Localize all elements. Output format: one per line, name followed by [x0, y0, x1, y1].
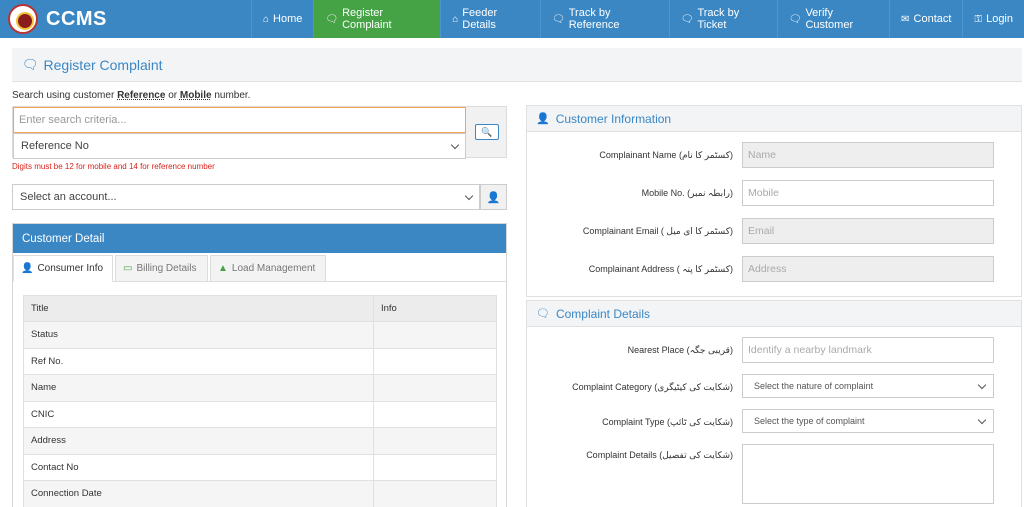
tab-billing-details[interactable]: ▭ Billing Details: [115, 255, 208, 282]
chevron-down-icon: [450, 140, 460, 150]
complaint-type-select[interactable]: Select the type of complaint: [742, 409, 994, 433]
tab-load-management[interactable]: ▲ Load Management: [210, 255, 326, 282]
mobile-label: Mobile No. (رابطہ نمبر): [641, 187, 733, 198]
credit-card-icon: ▭: [123, 263, 133, 274]
address-field[interactable]: Address: [742, 256, 994, 282]
validation-error: Digits must be 12 for mobile and 14 for …: [12, 162, 215, 171]
table-row: Ref No.: [23, 347, 497, 375]
customer-information-panel: 👤 Customer Information Complainant Name (…: [526, 105, 1022, 297]
column-header-title: Title: [23, 295, 374, 322]
nav-contact[interactable]: ✉ Contact: [889, 0, 962, 38]
customer-detail-title: Customer Detail: [13, 224, 506, 253]
complaint-category-label: Complaint Category (شکایت کی کیٹیگری): [572, 381, 733, 392]
mobile-field[interactable]: Mobile: [742, 180, 994, 206]
complainant-name-label: Complainant Name (کسٹمر کا نام): [599, 149, 733, 160]
email-row: Complainant Email ( کسٹمر کا ای میل) Ema…: [527, 218, 1021, 244]
user-icon: 👤: [486, 191, 501, 204]
comments-icon: 🗨: [325, 13, 339, 25]
nav-track-by-ticket[interactable]: 🗨 Track by Ticket: [668, 0, 777, 38]
envelope-icon: ✉: [901, 13, 910, 25]
key-icon: ⚿: [974, 13, 983, 25]
nav-home[interactable]: ⌂ Home: [251, 0, 313, 38]
comments-icon: 🗨: [536, 308, 550, 320]
account-select[interactable]: Select an account...: [12, 184, 480, 210]
table-header-row: Title Info: [23, 295, 497, 322]
nearest-place-label: Nearest Place (قریبی جگہ): [627, 344, 733, 355]
comments-icon: 🗨: [788, 13, 802, 25]
table-row: Address: [23, 427, 497, 455]
mobile-row: Mobile No. (رابطہ نمبر) Mobile: [527, 180, 1021, 206]
road-icon: ▲: [218, 263, 228, 274]
chevron-down-icon: [464, 191, 474, 201]
comments-icon: 🗨: [552, 13, 565, 25]
nav-track-by-reference[interactable]: 🗨 Track by Reference: [540, 0, 669, 38]
complaint-type-label: Complaint Type (شکایت کی ٹائپ): [602, 416, 733, 427]
brand[interactable]: CCMS: [8, 3, 107, 35]
page-heading: 🗨 Register Complaint: [12, 48, 1022, 82]
main-nav: ⌂ Home 🗨 Register Complaint ⌂ Feeder Detail…: [251, 0, 1024, 38]
table-row: Name: [23, 374, 497, 402]
home-icon: ⌂: [452, 13, 459, 25]
home-icon: ⌂: [263, 13, 270, 25]
complaint-details-label: Complaint Details (شکایت کی تفصیل): [586, 450, 733, 460]
email-field[interactable]: Email: [742, 218, 994, 244]
complainant-name-row: Complainant Name (کسٹمر کا نام) Name: [527, 142, 1021, 168]
column-header-info: Info: [373, 295, 497, 322]
address-label: Complainant Address ( کسٹمر کا پتہ): [588, 263, 733, 274]
customer-detail-tabs: 👤 Consumer Info ▭ Billing Details ▲ Load Ma…: [13, 255, 506, 282]
nav-login[interactable]: ⚿ Login: [962, 0, 1024, 38]
search-type-select[interactable]: Reference No: [13, 133, 466, 159]
brand-name: CCMS: [46, 7, 107, 30]
email-label: Complainant Email ( کسٹمر کا ای میل): [582, 225, 733, 236]
complaint-details-row: Complaint Details (شکایت کی تفصیل): [527, 444, 1021, 504]
tab-consumer-info[interactable]: 👤 Consumer Info: [13, 255, 113, 282]
account-user-button[interactable]: 👤: [480, 184, 507, 210]
top-navbar: CCMS ⌂ Home 🗨 Register Complaint ⌂ Feeder D…: [0, 0, 1024, 38]
customer-information-header: 👤 Customer Information: [527, 106, 1021, 132]
table-row: CNIC: [23, 400, 497, 428]
complaint-category-select[interactable]: Select the nature of complaint: [742, 374, 994, 398]
table-row: Status: [23, 321, 497, 349]
complainant-name-field[interactable]: Name: [742, 142, 994, 168]
search-button[interactable]: 🔍: [475, 124, 499, 140]
table-row: Contact No: [23, 453, 497, 481]
table-row: Connection Date: [23, 480, 497, 507]
consumer-info-table: Title Info Status Ref No. Name CNIC Addr…: [23, 295, 497, 507]
page-title: Register Complaint: [43, 56, 163, 73]
complaint-details-header: 🗨 Complaint Details: [527, 301, 1021, 327]
comments-icon: 🗨: [680, 13, 694, 25]
nav-feeder-details[interactable]: ⌂ Feeder Details: [440, 0, 540, 38]
address-row: Complainant Address ( کسٹمر کا پتہ) Addr…: [527, 256, 1021, 282]
nav-register-complaint[interactable]: 🗨 Register Complaint: [313, 0, 441, 38]
nearest-place-row: Nearest Place (قریبی جگہ) Identify a nea…: [527, 337, 1021, 363]
nav-verify-customer[interactable]: 🗨 Verify Customer: [776, 0, 889, 38]
user-icon: 👤: [536, 113, 550, 125]
chevron-down-icon: [977, 415, 987, 425]
user-icon: 👤: [21, 263, 34, 274]
chevron-down-icon: [977, 380, 987, 390]
complaint-details-panel: 🗨 Complaint Details Nearest Place (قریبی …: [526, 300, 1022, 507]
search-hint: Search using customer Reference or Mobil…: [12, 90, 251, 101]
search-icon: 🔍: [481, 126, 493, 137]
complaint-details-textarea[interactable]: [742, 444, 994, 504]
search-group: Enter search criteria... Reference No 🔍: [12, 106, 507, 159]
search-input[interactable]: Enter search criteria...: [13, 107, 466, 133]
nearest-place-field[interactable]: Identify a nearby landmark: [742, 337, 994, 363]
customer-detail-panel: Customer Detail 👤 Consumer Info ▭ Billing …: [12, 223, 507, 507]
comments-icon: 🗨: [22, 56, 39, 72]
complaint-category-row: Complaint Category (شکایت کی کیٹیگری) Se…: [527, 374, 1021, 400]
logo-icon: [8, 4, 38, 34]
complaint-type-row: Complaint Type (شکایت کی ٹائپ) Select th…: [527, 409, 1021, 435]
